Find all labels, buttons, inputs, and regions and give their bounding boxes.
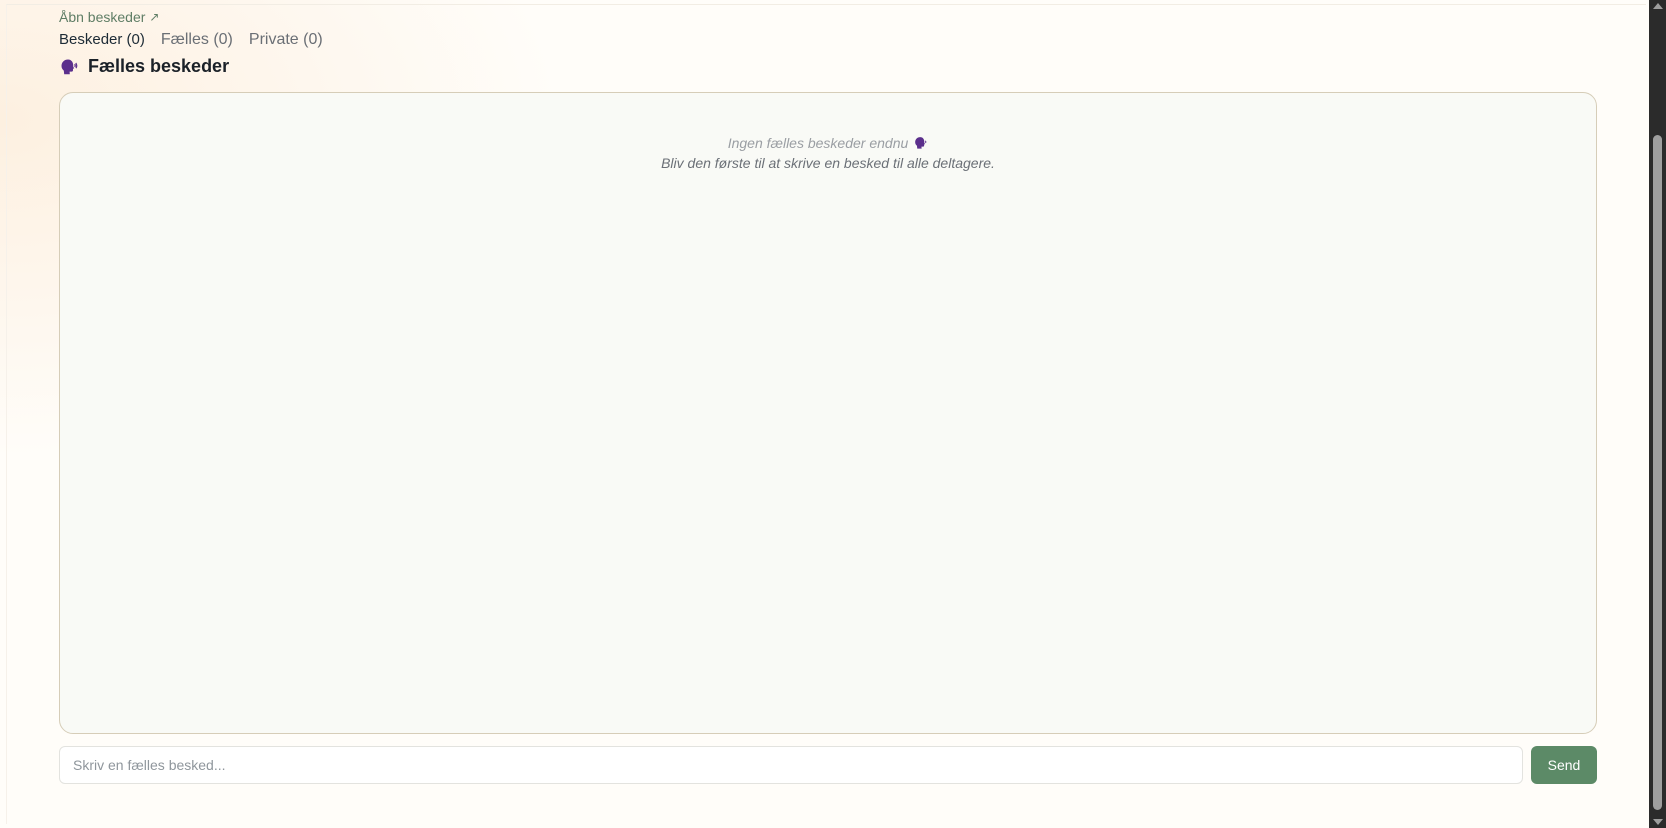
- empty-state-title: Ingen fælles beskeder endnu: [727, 135, 909, 151]
- open-messages-label: Åbn beskeder: [59, 9, 146, 25]
- tab-faelles[interactable]: Fælles (0): [161, 31, 233, 49]
- scroll-up-arrow-icon[interactable]: [1653, 3, 1663, 9]
- message-tabs: Beskeder (0) Fælles (0) Private (0): [59, 31, 323, 49]
- tab-beskeder[interactable]: Beskeder (0): [59, 31, 145, 49]
- shared-message-input[interactable]: [59, 746, 1523, 784]
- scrollbar-thumb[interactable]: [1653, 135, 1662, 810]
- empty-state-title-row: Ingen fælles beskeder endnu: [728, 133, 929, 153]
- open-messages-link[interactable]: Åbn beskeder ↗: [59, 9, 159, 25]
- speaking-head-icon: [914, 136, 928, 150]
- tab-private[interactable]: Private (0): [249, 31, 323, 49]
- section-header: Fælles beskeder: [60, 56, 229, 77]
- page-scrollbar[interactable]: [1649, 0, 1666, 828]
- shared-messages-panel: Ingen fælles beskeder endnu Bliv den før…: [59, 92, 1597, 734]
- empty-state: Ingen fælles beskeder endnu Bliv den før…: [60, 133, 1596, 173]
- section-title: Fælles beskeder: [88, 56, 230, 76]
- empty-state-subtitle: Bliv den første til at skrive en besked …: [661, 155, 995, 171]
- send-button[interactable]: Send: [1531, 746, 1597, 784]
- speaking-head-icon: [60, 58, 78, 76]
- external-arrow-icon: ↗: [149, 10, 160, 24]
- scroll-down-arrow-icon[interactable]: [1653, 819, 1663, 825]
